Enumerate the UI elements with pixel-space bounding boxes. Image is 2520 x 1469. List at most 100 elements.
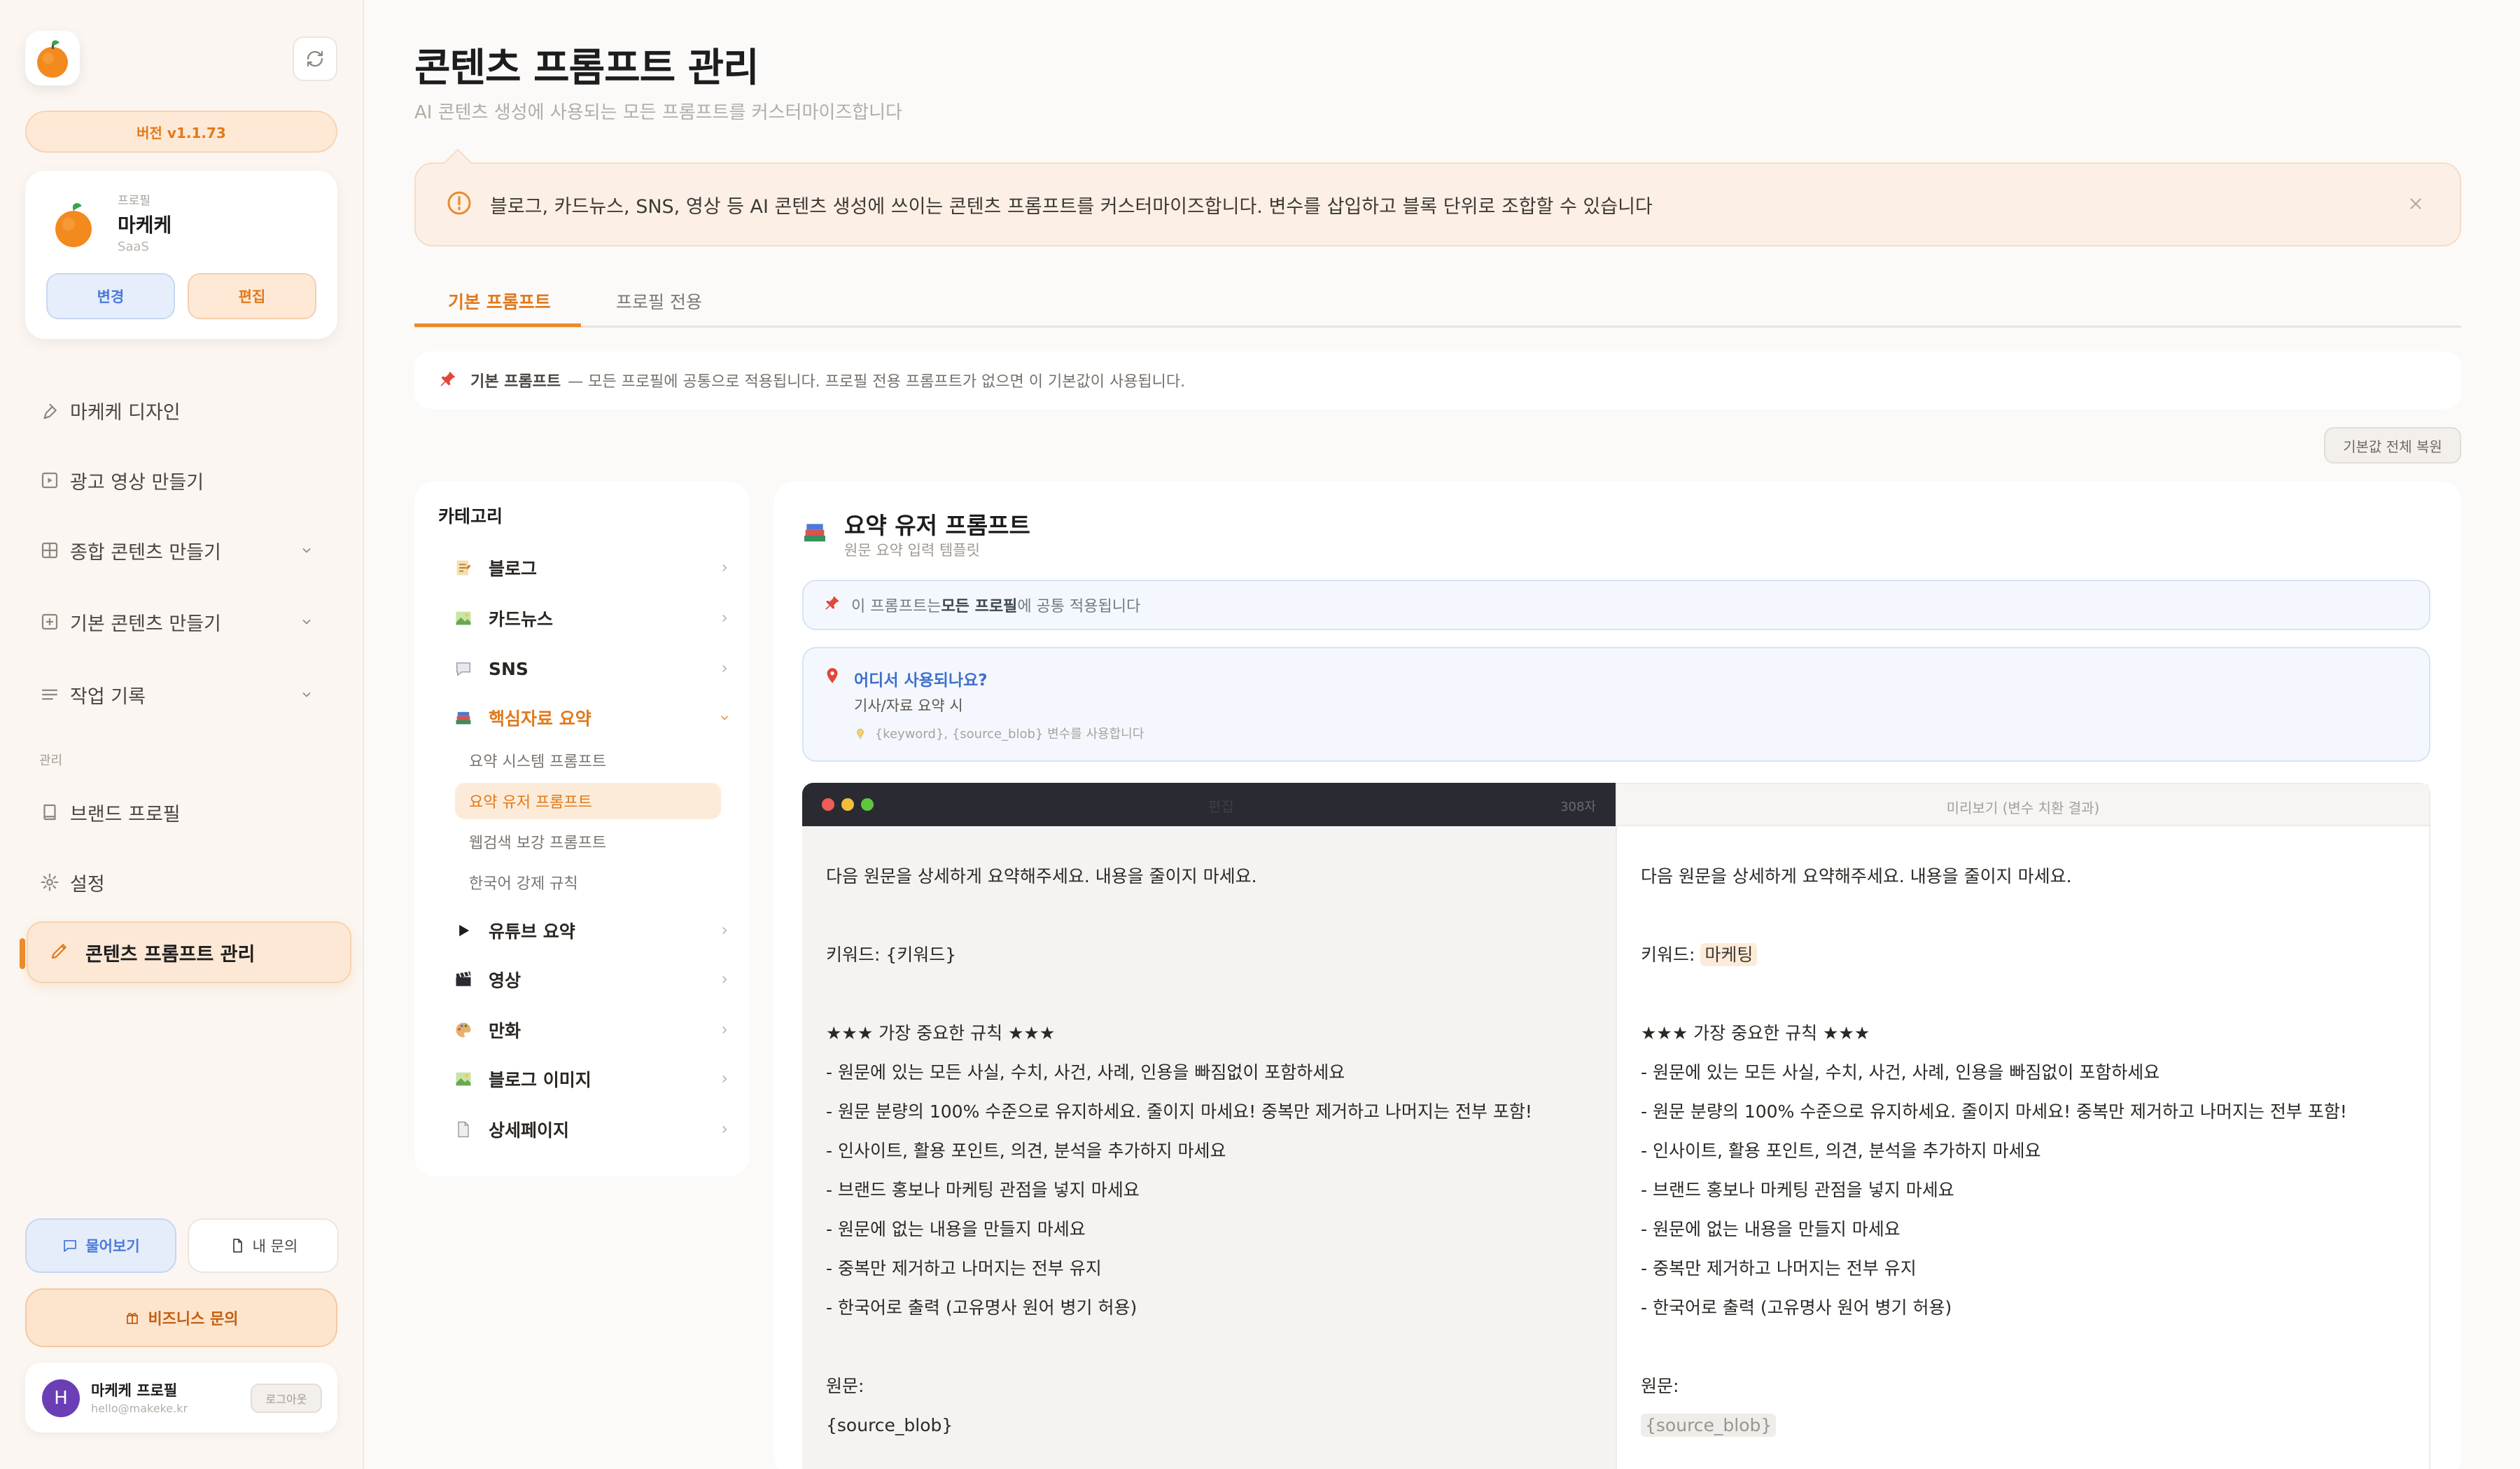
category-key-summary[interactable]: 핵심자료 요약 (454, 700, 734, 735)
close-icon[interactable] (2407, 195, 2425, 213)
ask-label: 물어보기 (85, 1238, 140, 1255)
chevron-right-icon (722, 614, 727, 622)
video-icon (28, 470, 62, 491)
category-label: 블로그 이미지 (489, 1070, 592, 1090)
category-label: 블로그 (489, 559, 538, 579)
avatar[interactable]: H (42, 1379, 80, 1417)
ask-button[interactable]: 물어보기 (25, 1218, 176, 1273)
category-title: 카테고리 (438, 506, 503, 527)
preview-line: - 한국어로 출력 (고유명사 원어 병기 허용) (1641, 1297, 1952, 1318)
category-detail-page[interactable]: 상세페이지 (454, 1112, 734, 1147)
list-icon (28, 684, 62, 705)
chevron-down-icon (302, 692, 311, 697)
page-title: 콘텐츠 프롬프트 관리 (414, 46, 760, 91)
chevron-right-icon (722, 564, 727, 572)
nav-label: 설정 (70, 873, 105, 896)
sub-korean-rule[interactable]: 한국어 강제 규칙 (455, 864, 721, 900)
preview-text: 다음 원문을 상세하게 요약해주세요. 내용을 줄이지 마세요. 키워드: 마케… (1641, 857, 2347, 1445)
app-logo[interactable] (25, 31, 80, 85)
active-tab-underline (414, 323, 581, 327)
pen-tool-icon (28, 400, 62, 421)
editor-line: - 원문에 없는 내용을 만들지 마세요 (826, 1219, 1086, 1239)
profile-edit-button[interactable]: 편집 (188, 273, 316, 319)
grid-icon (28, 540, 62, 561)
user-name: 마케케 프로필 (91, 1382, 178, 1399)
chevron-down-icon (302, 548, 311, 553)
sidebar: 버전 v1.1.73 프로필 마케케 SaaS 변경 편집 마케케 디자인 광고… (0, 0, 364, 1469)
category-video[interactable]: 영상 (454, 962, 734, 997)
chevron-right-icon (722, 1026, 727, 1034)
preview-line (1641, 975, 2347, 1014)
sub-summary-system-prompt[interactable]: 요약 시스템 프롬프트 (455, 742, 721, 779)
profile-change-button[interactable]: 변경 (46, 273, 175, 319)
prompt-preview: 미리보기 (변수 치환 결과) 다음 원문을 상세하게 요약해주세요. 내용을 … (1616, 783, 2430, 1469)
sub-summary-user-prompt[interactable]: 요약 유저 프롬프트 (455, 783, 721, 819)
prompt-title: 요약 유저 프롬프트 (844, 512, 1030, 539)
editor-line: 키워드: {키워드} (826, 945, 957, 965)
preview-line: 키워드: 마케팅 (1641, 935, 2347, 975)
editor-text[interactable]: 다음 원문을 상세하게 요약해주세요. 내용을 줄이지 마세요. 키워드: {키… (826, 857, 1532, 1445)
nav-label: 광고 영상 만들기 (70, 471, 204, 494)
refresh-button[interactable] (293, 36, 337, 81)
common-text-pre: 이 프롬프트는 (851, 598, 941, 615)
category-cardnews[interactable]: 카드뉴스 (454, 601, 734, 636)
my-inquiries-button[interactable]: 내 문의 (188, 1218, 339, 1273)
nav-ad-video[interactable]: 광고 영상 만들기 (28, 458, 340, 503)
chevron-right-icon (722, 926, 727, 935)
logout-button[interactable]: 로그아웃 (251, 1384, 322, 1413)
pushpin-icon (823, 594, 841, 616)
category-sns[interactable]: SNS (454, 651, 734, 686)
category-blog[interactable]: 블로그 (454, 550, 734, 585)
nav-combined-content[interactable]: 종합 콘텐츠 만들기 (28, 528, 340, 573)
tab-default-prompt[interactable]: 기본 프롬프트 (448, 288, 551, 314)
my-inquiries-label: 내 문의 (252, 1238, 298, 1255)
preview-line: - 브랜드 홍보나 마케팅 관점을 넣지 마세요 (1641, 1180, 1954, 1200)
tip-strong: 기본 프롬프트 (470, 373, 561, 391)
info-icon (445, 189, 473, 220)
preview-line: 원문: (1641, 1376, 1679, 1396)
common-text-post: 에 공통 적용됩니다 (1017, 598, 1141, 615)
category-label: SNS (489, 658, 528, 679)
preview-line: ★★★ 가장 중요한 규칙 ★★★ (1641, 1023, 1870, 1043)
nav-label: 브랜드 프로필 (70, 803, 181, 826)
sub-web-search-prompt[interactable]: 웹검색 보강 프롬프트 (455, 823, 721, 860)
reset-all-button[interactable]: 기본값 전체 복원 (2324, 427, 2461, 464)
editor-line: - 인사이트, 활용 포인트, 의견, 분석을 추가하지 마세요 (826, 1141, 1226, 1161)
category-blog-image[interactable]: 블로그 이미지 (454, 1061, 734, 1096)
nav-brand-profile[interactable]: 브랜드 프로필 (28, 790, 340, 835)
user-card: H 마케케 프로필 hello@makeke.kr 로그아웃 (25, 1363, 337, 1433)
nav-label: 콘텐츠 프롬프트 관리 (85, 943, 255, 966)
books-icon (454, 708, 477, 727)
books-icon (804, 524, 825, 542)
plus-square-icon (28, 611, 62, 632)
chevron-right-icon (722, 664, 727, 673)
category-youtube-summary[interactable]: 유튜브 요약 (454, 913, 734, 948)
business-inquiry-button[interactable]: 비즈니스 문의 (25, 1288, 337, 1347)
clapper-icon (454, 970, 477, 989)
nav-history[interactable]: 작업 기록 (28, 672, 340, 717)
nav-basic-content[interactable]: 기본 콘텐츠 만들기 (28, 599, 340, 644)
category-label: 유튜브 요약 (489, 921, 575, 942)
tangerine-icon (37, 40, 68, 78)
category-comic[interactable]: 만화 (454, 1012, 734, 1047)
nav-settings[interactable]: 설정 (28, 860, 340, 905)
char-count: 308자 (1560, 800, 1596, 814)
common-text-strong: 모든 프로필 (941, 598, 1018, 615)
palette-icon (454, 1020, 477, 1040)
prompt-editor[interactable]: 편집 308자 다음 원문을 상세하게 요약해주세요. 내용을 줄이지 마세요.… (802, 783, 1616, 1469)
nav-content-prompts[interactable]: 콘텐츠 프롬프트 관리 (20, 921, 351, 983)
page-icon (454, 1120, 477, 1139)
nav-label: 작업 기록 (70, 685, 146, 708)
preview-line: {source_blob} (1641, 1406, 2347, 1445)
nav-makeke-design[interactable]: 마케케 디자인 (28, 388, 340, 433)
business-inquiry-label: 비즈니스 문의 (148, 1311, 239, 1328)
nav-label: 마케케 디자인 (70, 401, 181, 424)
preview-mode-label: 미리보기 (변수 치환 결과) (1946, 800, 2100, 816)
map-pin-icon (827, 668, 838, 683)
usage-variables: {keyword}, {source_blob} 변수를 사용합니다 (854, 724, 1144, 742)
tab-profile-only[interactable]: 프로필 전용 (616, 288, 702, 314)
info-banner: 블로그, 카드뉴스, SNS, 영상 등 AI 콘텐츠 생성에 쓰이는 콘텐츠 … (414, 148, 2461, 246)
editor-titlebar: 편집 308자 (802, 783, 1616, 826)
category-label: 핵심자료 요약 (489, 709, 592, 729)
